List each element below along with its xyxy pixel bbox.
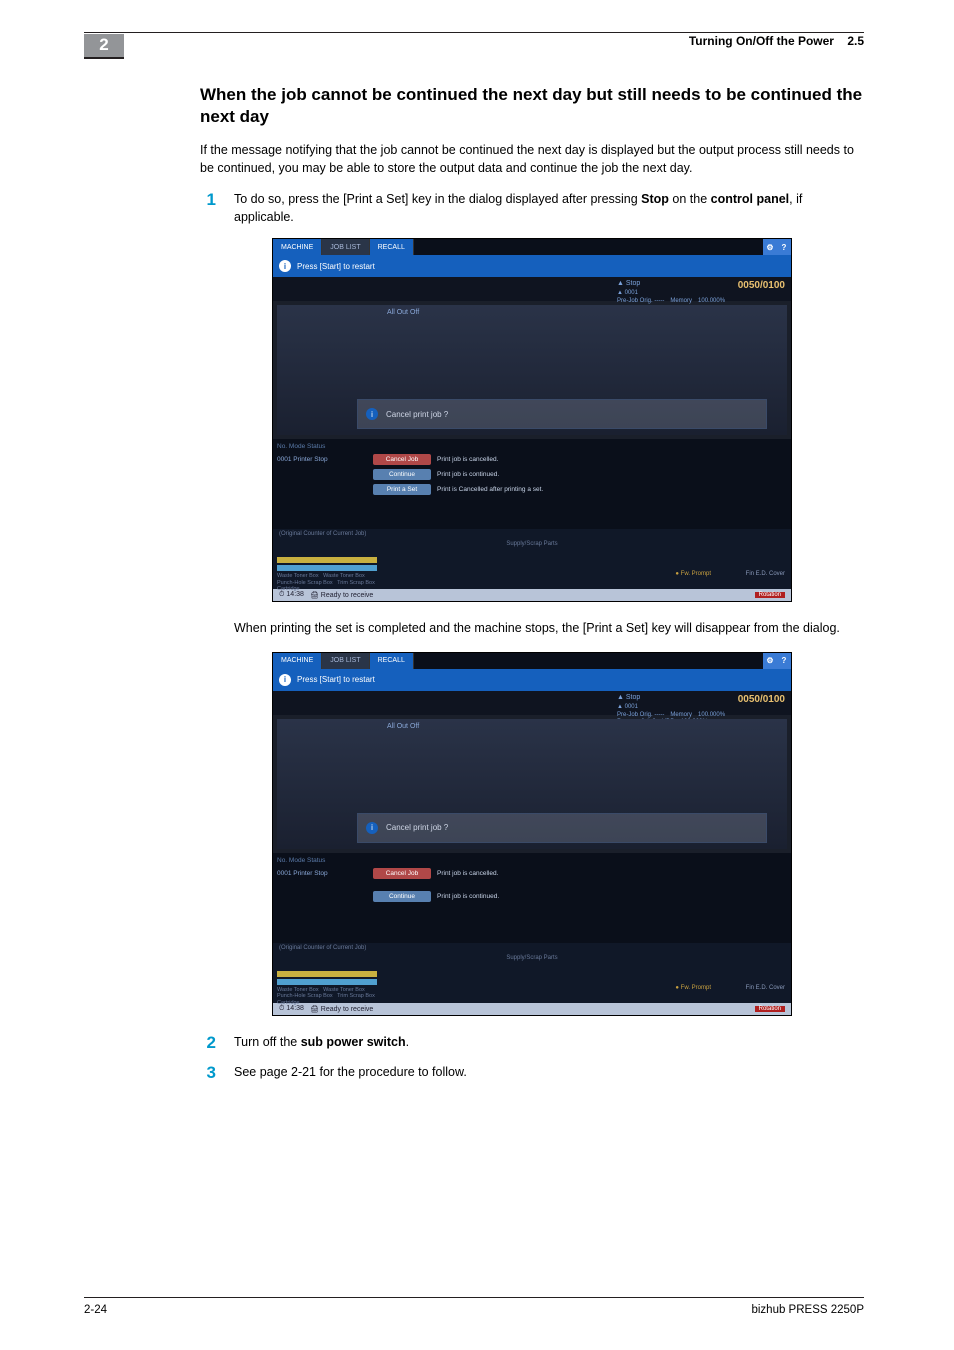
- joblist-header: No. Mode Status: [277, 857, 787, 864]
- section-heading: When the job cannot be continued the nex…: [200, 84, 864, 128]
- continue-button[interactable]: Continue: [373, 469, 431, 480]
- page-count: 0050/0100: [738, 693, 785, 712]
- original-counter-label: (Original Counter of Current Job): [273, 943, 791, 953]
- cancel-job-button[interactable]: Cancel Job: [373, 454, 431, 465]
- running-header: Turning On/Off the Power 2.5: [689, 34, 864, 48]
- gear-icon[interactable]: ⚙: [763, 653, 777, 669]
- mid-paragraph: When printing the set is completed and t…: [234, 620, 864, 638]
- info-icon: i: [366, 408, 378, 420]
- info-icon: i: [279, 260, 291, 272]
- step-text: Turn off the sub power switch.: [234, 1034, 864, 1053]
- tab-joblist[interactable]: JOB LIST: [322, 239, 369, 255]
- restart-message: Press [Start] to restart: [297, 262, 375, 271]
- step-1: 1 To do so, press the [Print a Set] key …: [200, 191, 864, 226]
- job-row: 0001 Printer Stop: [277, 870, 367, 877]
- intro-paragraph: If the message notifying that the job ca…: [200, 142, 864, 177]
- step-number: 3: [200, 1064, 216, 1083]
- tab-machine[interactable]: MACHINE: [273, 239, 322, 255]
- print-a-set-button[interactable]: Print a Set: [373, 484, 431, 495]
- joblist-header: No. Mode Status: [277, 443, 787, 450]
- step-3: 3 See page 2-21 for the procedure to fol…: [200, 1064, 864, 1083]
- rotation-button[interactable]: Rotation: [755, 592, 785, 598]
- info-icon: i: [279, 674, 291, 686]
- page-count: 0050/0100: [738, 279, 785, 298]
- step-number: 2: [200, 1034, 216, 1053]
- chapter-tab: 2: [84, 34, 124, 58]
- cancel-dialog: i Cancel print job ?: [357, 813, 767, 843]
- product-name: bizhub PRESS 2250P: [751, 1304, 864, 1316]
- job-row: 0001 Printer Stop: [277, 456, 367, 463]
- step-text: To do so, press the [Print a Set] key in…: [234, 191, 864, 226]
- tab-machine[interactable]: MACHINE: [273, 653, 322, 669]
- tab-joblist[interactable]: JOB LIST: [322, 653, 369, 669]
- stop-icon: ▲: [617, 694, 624, 701]
- header-rule: [84, 32, 864, 33]
- supply-label: Supply/Scrap Parts: [273, 539, 791, 549]
- step-text: See page 2-21 for the procedure to follo…: [234, 1064, 864, 1083]
- continue-button[interactable]: Continue: [373, 891, 431, 902]
- info-icon: i: [366, 822, 378, 834]
- step-number: 1: [200, 191, 216, 226]
- cancel-job-button[interactable]: Cancel Job: [373, 868, 431, 879]
- help-icon[interactable]: ?: [777, 239, 791, 255]
- original-counter-label: (Original Counter of Current Job): [273, 529, 791, 539]
- all-out-toggle[interactable]: All Out Off: [387, 723, 419, 730]
- gear-icon[interactable]: ⚙: [763, 239, 777, 255]
- supply-label: Supply/Scrap Parts: [273, 953, 791, 963]
- step-2: 2 Turn off the sub power switch.: [200, 1034, 864, 1053]
- footer-rule: [84, 1297, 864, 1298]
- device-screenshot-2: MACHINE JOB LIST RECALL ⚙ ? i Press [Sta…: [272, 652, 792, 1016]
- cancel-dialog: i Cancel print job ?: [357, 399, 767, 429]
- header-section: 2.5: [847, 34, 864, 48]
- tab-recall[interactable]: RECALL: [370, 239, 414, 255]
- rotation-button[interactable]: Rotation: [755, 1006, 785, 1012]
- page-number: 2-24: [84, 1304, 107, 1316]
- restart-message: Press [Start] to restart: [297, 675, 375, 684]
- help-icon[interactable]: ?: [777, 653, 791, 669]
- dialog-question: Cancel print job ?: [386, 410, 448, 419]
- stop-icon: ▲: [617, 280, 624, 287]
- all-out-toggle[interactable]: All Out Off: [387, 309, 419, 316]
- dialog-question: Cancel print job ?: [386, 823, 448, 832]
- header-title: Turning On/Off the Power: [689, 34, 834, 48]
- device-screenshot-1: MACHINE JOB LIST RECALL ⚙ ? i Press [Sta…: [272, 238, 792, 602]
- tab-recall[interactable]: RECALL: [370, 653, 414, 669]
